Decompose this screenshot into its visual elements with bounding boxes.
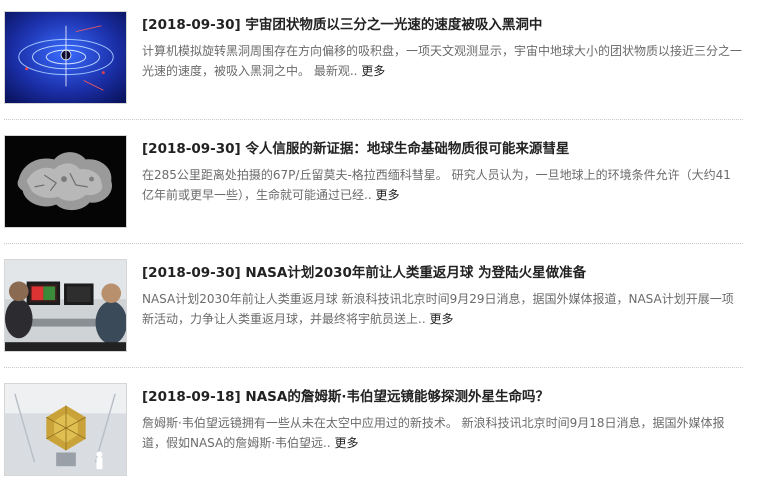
divider [4, 243, 743, 244]
article-title-link[interactable]: [2018-09-30] 令人信服的新证据：地球生命基础物质很可能来源彗星 [142, 140, 742, 158]
article-date: [2018-09-30] [142, 141, 241, 157]
article-summary-text: 计算机模拟旋转黑洞周围存在方向偏移的吸积盘，一项天文观测显示，宇宙中地球大小的团… [142, 44, 743, 78]
more-link[interactable]: 更多 [335, 436, 359, 450]
article-title-link[interactable]: [2018-09-30] 宇宙团状物质以三分之一光速的速度被吸入黑洞中 [142, 16, 742, 34]
more-link[interactable]: 更多 [429, 312, 453, 326]
telescope-icon [5, 384, 126, 475]
article-date: [2018-09-18] [142, 389, 241, 405]
comet-icon [5, 136, 126, 227]
black-hole-thumbnail[interactable] [4, 11, 127, 104]
article-summary-text: 詹姆斯·韦伯望远镜拥有一些从未在太空中应用过的新技术。 新浪科技讯北京时间9月1… [142, 416, 725, 450]
article-date: [2018-09-30] [142, 17, 241, 33]
article-title: NASA的詹姆斯·韦伯望远镜能够探测外星生命吗？ [245, 389, 549, 405]
article-summary: 詹姆斯·韦伯望远镜拥有一些从未在太空中应用过的新技术。 新浪科技讯北京时间9月1… [142, 413, 742, 453]
more-link[interactable]: 更多 [361, 64, 385, 78]
article-summary: 计算机模拟旋转黑洞周围存在方向偏移的吸积盘，一项天文观测显示，宇宙中地球大小的团… [142, 41, 742, 81]
article-summary: NASA计划2030年前让人类重返月球 新浪科技讯北京时间9月29日消息，据国外… [142, 289, 742, 329]
more-link[interactable]: 更多 [375, 188, 399, 202]
news-item: [2018-09-30] NASA计划2030年前让人类重返月球 为登陆火星做准… [0, 248, 757, 372]
news-list: [2018-09-30] 宇宙团状物质以三分之一光速的速度被吸入黑洞中 计算机模… [0, 0, 757, 489]
article-title: 令人信服的新证据：地球生命基础物质很可能来源彗星 [245, 141, 570, 157]
news-item: [2018-09-18] NASA的詹姆斯·韦伯望远镜能够探测外星生命吗？ 詹姆… [0, 372, 757, 489]
article-title-link[interactable]: [2018-09-30] NASA计划2030年前让人类重返月球 为登陆火星做准… [142, 264, 742, 282]
divider [4, 367, 743, 368]
article-summary: 在285公里距离处拍摄的67P/丘留莫夫-格拉西缅科彗星。 研究人员认为，一旦地… [142, 165, 742, 205]
telescope-thumbnail[interactable] [4, 383, 127, 476]
divider [4, 119, 743, 120]
article-title: NASA计划2030年前让人类重返月球 为登陆火星做准备 [245, 265, 587, 281]
black-hole-icon [5, 12, 126, 103]
article-date: [2018-09-30] [142, 265, 241, 281]
article-summary-text: 在285公里距离处拍摄的67P/丘留莫夫-格拉西缅科彗星。 研究人员认为，一旦地… [142, 168, 731, 202]
article-title-link[interactable]: [2018-09-18] NASA的詹姆斯·韦伯望远镜能够探测外星生命吗？ [142, 388, 742, 406]
mission-control-icon [5, 260, 126, 351]
mission-control-thumbnail[interactable] [4, 259, 127, 352]
news-item: [2018-09-30] 宇宙团状物质以三分之一光速的速度被吸入黑洞中 计算机模… [0, 0, 757, 124]
comet-thumbnail[interactable] [4, 135, 127, 228]
news-item: [2018-09-30] 令人信服的新证据：地球生命基础物质很可能来源彗星 在2… [0, 124, 757, 248]
article-title: 宇宙团状物质以三分之一光速的速度被吸入黑洞中 [245, 17, 543, 33]
